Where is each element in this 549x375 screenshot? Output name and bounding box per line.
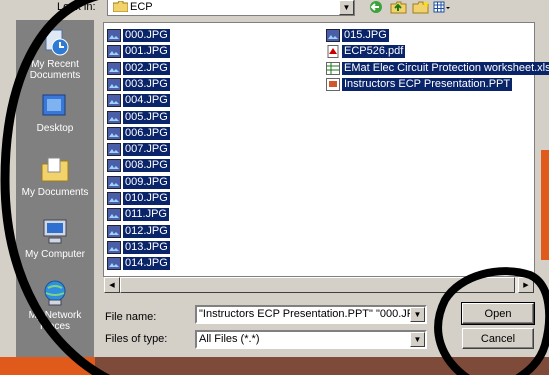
file-item[interactable]: 015.JPG <box>326 28 389 43</box>
image-file-icon <box>326 29 340 42</box>
chevron-down-icon[interactable]: ▼ <box>410 307 425 322</box>
file-item-label: 004.JPG <box>123 94 170 108</box>
file-item-label: EMat Elec Circuit Protection worksheet.x… <box>342 61 549 75</box>
file-item[interactable]: Instructors ECP Presentation.PPT <box>326 77 513 92</box>
place-label: Desktop <box>36 123 74 134</box>
look-in-label: Look in: <box>57 1 96 13</box>
file-item[interactable]: 002.JPG <box>107 61 170 76</box>
image-file-icon <box>107 126 121 140</box>
file-item-label: 015.JPG <box>342 29 389 42</box>
place-my-computer[interactable]: My Computer <box>16 217 94 260</box>
file-item-label: ECP526.pdf <box>342 45 406 59</box>
image-file-icon <box>107 29 121 42</box>
chevron-down-icon[interactable]: ▼ <box>410 332 425 347</box>
place-label: My Recent Documents <box>29 59 81 81</box>
file-item[interactable]: 004.JPG <box>107 93 170 108</box>
file-item-label: 009.JPG <box>123 175 170 189</box>
desktop-icon <box>42 94 66 116</box>
image-file-icon <box>107 45 121 59</box>
file-item[interactable]: 010.JPG <box>107 191 170 206</box>
excel-file-icon <box>326 61 340 75</box>
place-desktop[interactable]: Desktop <box>16 91 94 134</box>
up-folder-icon[interactable] <box>390 0 408 14</box>
file-item[interactable]: 012.JPG <box>107 224 170 239</box>
image-file-icon <box>107 208 121 222</box>
file-item[interactable]: 005.JPG <box>107 110 170 125</box>
file-item[interactable]: 003.JPG <box>107 77 170 92</box>
file-item-label: 014.JPG <box>123 257 170 271</box>
file-item[interactable]: 007.JPG <box>107 142 170 157</box>
file-type-value: All Files (*.*) <box>199 333 260 345</box>
image-file-icon <box>107 61 121 75</box>
file-item[interactable]: 011.JPG <box>107 207 169 222</box>
file-name-label: File name: <box>105 311 157 323</box>
image-file-icon <box>107 224 121 238</box>
place-recent-documents[interactable]: My Recent Documents <box>16 27 94 81</box>
file-item[interactable]: 013.JPG <box>107 240 170 255</box>
cancel-button[interactable]: Cancel <box>462 328 534 349</box>
powerpoint-file-icon <box>326 77 340 91</box>
file-item-label: 005.JPG <box>123 110 170 124</box>
file-item-label: 010.JPG <box>123 192 170 205</box>
file-type-label: Files of type: <box>105 333 168 345</box>
horizontal-scrollbar[interactable]: ◀ ▶ <box>104 277 534 293</box>
file-item-label: 011.JPG <box>123 208 169 222</box>
my-computer-icon <box>43 219 67 244</box>
image-file-icon <box>107 77 121 91</box>
places-bar: My Recent Documents Desktop My Documents… <box>16 20 94 363</box>
place-label: My Network Places <box>28 310 82 332</box>
file-item-label: Instructors ECP Presentation.PPT <box>342 77 513 91</box>
scroll-left-button[interactable]: ◀ <box>104 277 120 293</box>
folder-icon <box>113 1 128 12</box>
image-file-icon <box>107 175 121 189</box>
look-in-value: ECP <box>130 1 153 13</box>
file-item[interactable]: ECP526.pdf <box>326 44 406 59</box>
file-item-label: 012.JPG <box>123 224 170 238</box>
file-name-value: "Instructors ECP Presentation.PPT" "000.… <box>199 308 427 320</box>
open-button[interactable]: Open <box>461 302 535 325</box>
file-item[interactable]: 006.JPG <box>107 126 170 141</box>
new-folder-icon[interactable] <box>412 0 430 14</box>
recent-documents-icon <box>45 29 69 56</box>
image-file-icon <box>107 192 121 205</box>
background-accent <box>0 357 95 375</box>
place-label: My Documents <box>21 187 89 198</box>
look-in-dropdown[interactable]: ECP ▼ <box>107 0 355 16</box>
place-my-documents[interactable]: My Documents <box>16 155 94 198</box>
pdf-file-icon <box>327 45 339 59</box>
file-item[interactable]: 009.JPG <box>107 175 170 190</box>
my-documents-icon <box>41 157 69 182</box>
file-item-label: 002.JPG <box>123 61 170 75</box>
file-item-label: 013.JPG <box>123 240 170 254</box>
file-item[interactable]: 008.JPG <box>107 158 170 173</box>
file-name-input[interactable]: "Instructors ECP Presentation.PPT" "000.… <box>195 305 427 324</box>
file-item-label: 006.JPG <box>123 126 170 140</box>
file-item-label: 007.JPG <box>123 143 170 157</box>
file-item[interactable]: 000.JPG <box>107 28 170 43</box>
file-item[interactable]: EMat Elec Circuit Protection worksheet.x… <box>326 61 549 76</box>
image-file-icon <box>107 143 121 157</box>
file-type-dropdown[interactable]: All Files (*.*) ▼ <box>195 330 427 349</box>
back-icon[interactable] <box>368 0 386 14</box>
chevron-down-icon[interactable]: ▼ <box>339 0 354 15</box>
file-item[interactable]: 014.JPG <box>107 256 170 271</box>
file-item[interactable]: 001.JPG <box>107 44 170 59</box>
image-file-icon <box>107 257 121 271</box>
scroll-right-button[interactable]: ▶ <box>518 277 534 293</box>
file-item-label: 008.JPG <box>123 159 170 173</box>
background-accent <box>541 150 549 260</box>
file-item-label: 000.JPG <box>123 29 170 42</box>
image-file-icon <box>107 240 121 254</box>
view-menu-icon[interactable] <box>433 0 451 14</box>
file-list[interactable]: 000.JPG 001.JPG 002.JPG 003.JPG 004.JPG 005.J… <box>103 22 549 277</box>
image-file-icon <box>107 94 121 108</box>
scroll-thumb[interactable] <box>120 277 515 293</box>
place-network-places[interactable]: My Network Places <box>16 278 94 332</box>
network-places-icon <box>44 280 66 306</box>
file-item-label: 003.JPG <box>123 77 170 91</box>
place-label: My Computer <box>24 249 85 260</box>
image-file-icon <box>107 110 121 124</box>
file-item-label: 001.JPG <box>123 45 170 59</box>
image-file-icon <box>107 159 121 173</box>
